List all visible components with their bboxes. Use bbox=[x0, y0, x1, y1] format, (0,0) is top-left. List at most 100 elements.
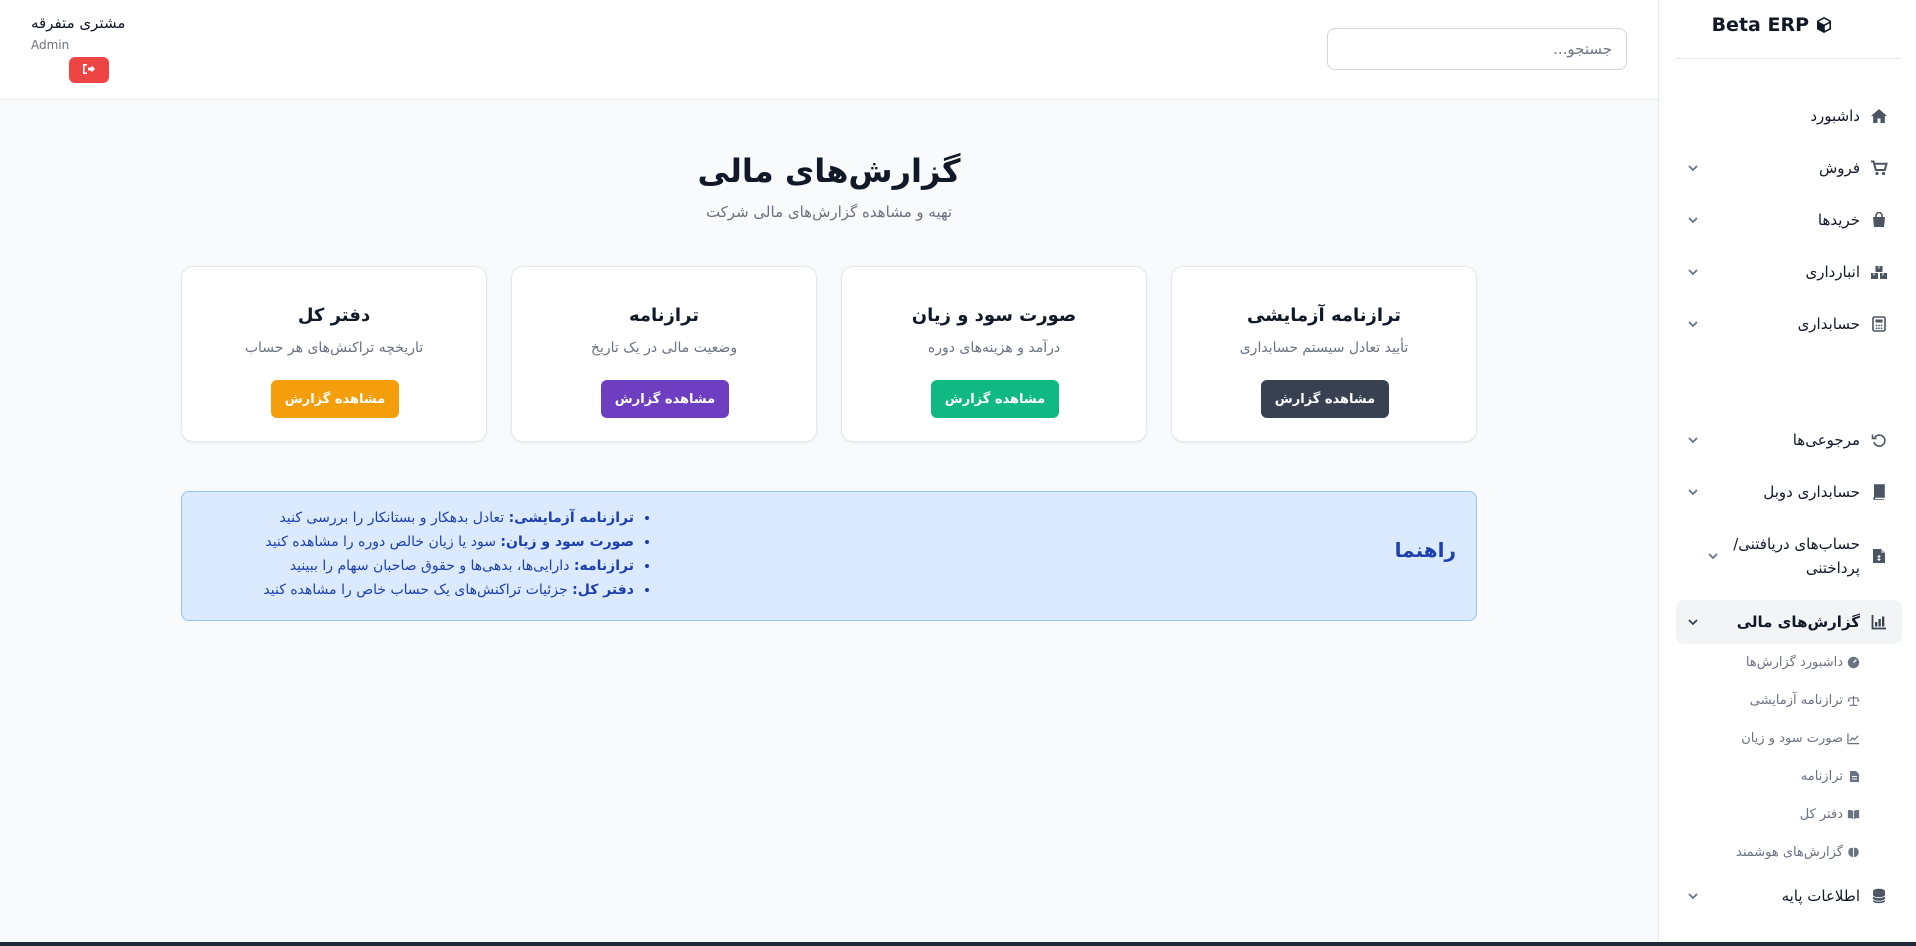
warehouse-icon bbox=[1870, 263, 1888, 281]
sidebar-item-dashboard[interactable]: داشبورد bbox=[1676, 104, 1902, 128]
sidebar-item-label: خریدها bbox=[1817, 211, 1860, 229]
undo-icon bbox=[1870, 431, 1888, 449]
chevron-down-icon[interactable] bbox=[1686, 213, 1700, 227]
sign-out-icon bbox=[82, 63, 96, 78]
sidebar-item-receivables-payables[interactable]: حساب‌های دریافتنی/پرداختنی bbox=[1676, 532, 1902, 580]
calculator-icon bbox=[1870, 315, 1888, 333]
guide-text: جزئیات تراکنش‌های یک حساب خاص را مشاهده … bbox=[263, 582, 568, 598]
card-description: تاریخچه تراکنش‌های هر حساب bbox=[244, 340, 424, 356]
view-report-button[interactable]: مشاهده گزارش bbox=[271, 380, 399, 418]
guide-item: دفتر کل: جزئیات تراکنش‌های یک حساب خاص ر… bbox=[263, 578, 634, 602]
brand[interactable]: Beta ERP bbox=[1712, 14, 1833, 36]
guide-term: صورت سود و زیان: bbox=[500, 534, 634, 550]
chevron-down-icon[interactable] bbox=[1686, 889, 1700, 903]
chevron-down-icon[interactable] bbox=[1686, 615, 1700, 629]
sidebar-item-label: مرجوعی‌ها bbox=[1792, 431, 1860, 449]
brand-name: Beta ERP bbox=[1711, 14, 1809, 36]
line-chart-icon bbox=[1847, 732, 1860, 745]
card-description: درآمد و هزینه‌های دوره bbox=[927, 340, 1061, 356]
guide-text: سود یا زیان خالص دوره را مشاهده کنید bbox=[265, 534, 496, 550]
chevron-down-icon[interactable] bbox=[1686, 265, 1700, 279]
guide-item: ترازنامه آزمایشی: تعادل بدهکار و بستانکا… bbox=[263, 506, 634, 530]
guide-text: دارایی‌ها، بدهی‌ها و حقوق صاحبان سهام را… bbox=[289, 558, 570, 574]
page-subtitle: تهیه و مشاهده گزارش‌های مالی شرکت bbox=[705, 203, 953, 221]
topbar: مشتری متفرقه Admin bbox=[0, 0, 1658, 100]
sidebar-item-label: حسابداری دوبل bbox=[1763, 483, 1860, 501]
guide-text: تعادل بدهکار و بستانکار را بررسی کنید bbox=[279, 510, 505, 526]
subnav-label: ترازنامه آزمایشی bbox=[1749, 692, 1843, 708]
database-icon bbox=[1870, 887, 1888, 905]
sidebar-item-label: اطلاعات پایه bbox=[1781, 887, 1860, 905]
guide-item: ترازنامه: دارایی‌ها، بدهی‌ها و حقوق صاحب… bbox=[263, 554, 634, 578]
report-card-general-ledger: دفتر کل تاریخچه تراکنش‌های هر حساب مشاهد… bbox=[181, 266, 487, 442]
sidebar-item-sales[interactable]: فروش bbox=[1676, 156, 1902, 180]
guide-list: ترازنامه آزمایشی: تعادل بدهکار و بستانکا… bbox=[263, 506, 656, 602]
book-icon bbox=[1870, 483, 1888, 501]
sidebar-item-label: انبارداری bbox=[1805, 263, 1860, 281]
subnav-label: گزارش‌های هوشمند bbox=[1736, 844, 1843, 860]
card-title: ترازنامه bbox=[628, 305, 700, 326]
subnav-label: دفتر کل bbox=[1799, 806, 1843, 822]
guide-box: راهنما ترازنامه آزمایشی: تعادل بدهکار و … bbox=[181, 491, 1477, 621]
card-description: تأیید تعادل سیستم حسابداری bbox=[1239, 340, 1409, 356]
chart-icon bbox=[1870, 613, 1888, 631]
chevron-down-icon[interactable] bbox=[1686, 433, 1700, 447]
sidebar-item-label: داشبورد bbox=[1810, 107, 1860, 125]
user-name: مشتری متفرقه bbox=[31, 14, 126, 32]
subnav-item-smart-reports[interactable]: گزارش‌های هوشمند bbox=[1690, 842, 1860, 862]
sidebar-item-label: حسابداری bbox=[1797, 315, 1860, 333]
view-report-button[interactable]: مشاهده گزارش bbox=[1261, 380, 1389, 418]
subnav-label: صورت سود و زیان bbox=[1741, 730, 1843, 746]
sidebar-item-double-entry[interactable]: حسابداری دوبل bbox=[1676, 480, 1902, 504]
sidebar-item-warehouse[interactable]: انبارداری bbox=[1676, 260, 1902, 284]
subnav-item-reports-dashboard[interactable]: داشبورد گزارش‌ها bbox=[1690, 652, 1860, 672]
report-card-balance-sheet: ترازنامه وضعیت مالی در یک تاریخ مشاهده گ… bbox=[511, 266, 817, 442]
sidebar-item-base-info[interactable]: اطلاعات پایه bbox=[1676, 884, 1902, 908]
file-icon bbox=[1847, 770, 1860, 783]
sidebar: Beta ERP داشبورد فروش خریدها انبارداری ح… bbox=[1658, 0, 1916, 946]
guide-term: دفتر کل: bbox=[572, 582, 634, 598]
sidebar-item-purchases[interactable]: خریدها bbox=[1676, 208, 1902, 232]
search-input[interactable] bbox=[1327, 28, 1627, 70]
brain-icon bbox=[1847, 846, 1860, 859]
view-report-button[interactable]: مشاهده گزارش bbox=[601, 380, 729, 418]
subnav-item-income-statement[interactable]: صورت سود و زیان bbox=[1690, 728, 1860, 748]
card-description: وضعیت مالی در یک تاریخ bbox=[590, 340, 738, 356]
card-title: صورت سود و زیان bbox=[911, 305, 1077, 326]
page-title: گزارش‌های مالی bbox=[697, 152, 961, 190]
cube-icon bbox=[1815, 16, 1833, 34]
chevron-down-icon[interactable] bbox=[1686, 317, 1700, 331]
gauge-icon bbox=[1847, 656, 1860, 669]
subnav-item-trial-balance[interactable]: ترازنامه آزمایشی bbox=[1690, 690, 1860, 710]
logout-button[interactable] bbox=[69, 57, 109, 83]
divider bbox=[1676, 58, 1902, 59]
chevron-down-icon[interactable] bbox=[1686, 161, 1700, 175]
report-card-income-statement: صورت سود و زیان درآمد و هزینه‌های دوره م… bbox=[841, 266, 1147, 442]
bottom-edge bbox=[0, 942, 1916, 946]
subnav-item-balance-sheet[interactable]: ترازنامه bbox=[1690, 766, 1860, 786]
invoice-icon bbox=[1870, 547, 1888, 565]
subnav-label: ترازنامه bbox=[1800, 768, 1843, 784]
chevron-down-icon[interactable] bbox=[1686, 485, 1700, 499]
sidebar-item-label: حساب‌های دریافتنی/پرداختنی bbox=[1733, 535, 1860, 577]
home-icon bbox=[1870, 107, 1888, 125]
sidebar-item-label: گزارش‌های مالی bbox=[1736, 613, 1860, 631]
sidebar-item-returns[interactable]: مرجوعی‌ها bbox=[1676, 428, 1902, 452]
card-title: ترازنامه آزمایشی bbox=[1246, 305, 1402, 326]
report-card-trial-balance: ترازنامه آزمایشی تأیید تعادل سیستم حسابد… bbox=[1171, 266, 1477, 442]
guide-item: صورت سود و زیان: سود یا زیان خالص دوره ر… bbox=[263, 530, 634, 554]
view-report-button[interactable]: مشاهده گزارش bbox=[931, 380, 1059, 418]
open-book-icon bbox=[1847, 808, 1860, 821]
sidebar-item-label: فروش bbox=[1818, 159, 1860, 177]
bag-icon bbox=[1870, 211, 1888, 229]
guide-title: راهنما bbox=[1394, 538, 1456, 562]
user-role: Admin bbox=[31, 38, 70, 52]
subnav-item-general-ledger[interactable]: دفتر کل bbox=[1690, 804, 1860, 824]
chevron-down-icon[interactable] bbox=[1706, 549, 1720, 563]
card-title: دفتر کل bbox=[297, 305, 371, 326]
cart-icon bbox=[1870, 159, 1888, 177]
sidebar-item-accounting[interactable]: حسابداری bbox=[1676, 312, 1902, 336]
sidebar-item-financial-reports[interactable]: گزارش‌های مالی bbox=[1676, 600, 1902, 644]
guide-term: ترازنامه: bbox=[573, 558, 634, 574]
subnav-label: داشبورد گزارش‌ها bbox=[1745, 654, 1843, 670]
